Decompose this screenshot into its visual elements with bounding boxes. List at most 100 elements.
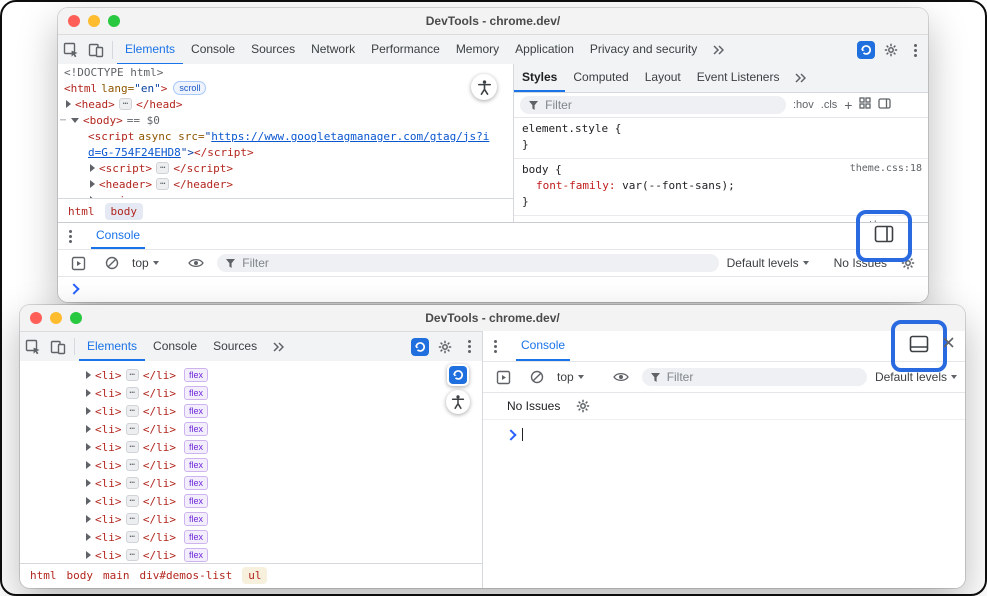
collapse-arrow-icon[interactable]	[71, 118, 79, 123]
tab-styles[interactable]: Styles	[514, 64, 565, 92]
breadcrumb-item-body[interactable]: body	[67, 569, 94, 582]
dom-node-li[interactable]: <li> </li> flex	[20, 528, 482, 546]
context-selector[interactable]: top	[557, 370, 584, 384]
expand-arrow-icon[interactable]	[86, 551, 91, 559]
flex-badge[interactable]: flex	[184, 530, 208, 544]
flex-badge[interactable]: flex	[184, 458, 208, 472]
breadcrumb-item-body-selected[interactable]: body	[105, 203, 144, 220]
kebab-menu-icon[interactable]	[58, 230, 83, 243]
expand-arrow-icon[interactable]	[86, 407, 91, 415]
styles-filter-input[interactable]	[520, 96, 786, 114]
dom-node-li[interactable]: <li> </li> flex	[20, 366, 482, 384]
zoom-window-button[interactable]	[70, 312, 82, 324]
computed-panel-toggle-icon[interactable]	[878, 96, 891, 114]
dom-node-li[interactable]: <li> </li> flex	[20, 456, 482, 474]
dom-node-html[interactable]: <html lang= "en" > scroll	[58, 80, 513, 96]
expand-arrow-icon[interactable]	[86, 389, 91, 397]
ellipsis-badge[interactable]	[126, 549, 139, 561]
console-filter-input[interactable]	[642, 368, 867, 386]
console-sidebar-icon[interactable]	[491, 370, 516, 385]
css-property-name[interactable]: font-family:	[536, 179, 615, 192]
context-selector[interactable]: top	[132, 256, 159, 270]
expand-arrow-icon[interactable]	[90, 180, 95, 188]
ellipsis-badge[interactable]	[126, 405, 139, 417]
dock-to-bottom-icon[interactable]	[909, 335, 929, 358]
console-settings-gear-icon[interactable]	[570, 399, 595, 413]
clear-console-icon[interactable]	[99, 256, 124, 270]
scroll-badge[interactable]: scroll	[173, 81, 206, 95]
replay-overlay-icon[interactable]	[447, 364, 469, 386]
expand-arrow-icon[interactable]	[86, 515, 91, 523]
ellipsis-badge[interactable]	[156, 178, 169, 190]
console-prompt[interactable]	[483, 420, 965, 441]
kebab-menu-icon[interactable]	[903, 35, 928, 65]
console-filter-field[interactable]	[240, 255, 710, 271]
console-prompt[interactable]	[58, 277, 928, 293]
stylesheet-link[interactable]: theme.css:18	[850, 163, 922, 174]
tab-memory[interactable]: Memory	[448, 35, 507, 65]
issues-counter[interactable]: No Issues	[507, 399, 560, 413]
tab-performance[interactable]: Performance	[363, 35, 448, 65]
tab-sources[interactable]: Sources	[243, 35, 303, 65]
tab-application[interactable]: Application	[507, 35, 582, 65]
window-titlebar[interactable]: DevTools - chrome.dev/	[20, 305, 965, 332]
element-classes-button[interactable]: .cls	[821, 99, 838, 111]
dom-node-script[interactable]: <script> </script>	[58, 160, 513, 176]
close-window-button[interactable]	[68, 15, 80, 27]
tab-computed[interactable]: Computed	[565, 64, 636, 92]
breadcrumb-item-ul-selected[interactable]: ul	[242, 567, 267, 584]
flex-badge[interactable]: flex	[184, 404, 208, 418]
console-sidebar-icon[interactable]	[66, 256, 91, 271]
css-rule-element-style[interactable]: element.style { }	[514, 118, 928, 158]
settings-gear-icon[interactable]	[878, 35, 903, 65]
expand-arrow-icon[interactable]	[90, 164, 95, 172]
dom-node-li[interactable]: <li> </li> flex	[20, 420, 482, 438]
expand-arrow-icon[interactable]	[86, 497, 91, 505]
minimize-window-button[interactable]	[50, 312, 62, 324]
expand-arrow-icon[interactable]	[86, 371, 91, 379]
expand-arrow-icon[interactable]	[86, 461, 91, 469]
dom-node-header[interactable]: <header> </header>	[58, 176, 513, 192]
css-property-value[interactable]: var(--font-sans);	[622, 179, 735, 192]
flex-badge[interactable]: flex	[184, 494, 208, 508]
dom-node-li[interactable]: <li> </li> flex	[20, 546, 482, 563]
dom-node-li[interactable]: <li> </li> flex	[20, 438, 482, 456]
dom-node-li[interactable]: <li> </li> flex	[20, 384, 482, 402]
tab-sources[interactable]: Sources	[205, 332, 265, 361]
replay-badge-icon[interactable]	[853, 35, 878, 65]
live-expression-eye-icon[interactable]	[184, 257, 209, 269]
minimize-window-button[interactable]	[88, 15, 100, 27]
dom-node-li[interactable]: <li> </li> flex	[20, 510, 482, 528]
expand-arrow-icon[interactable]	[86, 479, 91, 487]
tab-console[interactable]: Console	[145, 332, 205, 361]
window-titlebar[interactable]: DevTools - chrome.dev/	[58, 8, 928, 35]
settings-gear-icon[interactable]	[432, 332, 457, 361]
tab-network[interactable]: Network	[303, 35, 363, 65]
console-filter-input[interactable]	[217, 254, 719, 272]
ellipsis-badge[interactable]	[156, 162, 169, 174]
flex-badge[interactable]: flex	[184, 368, 208, 382]
clear-console-icon[interactable]	[524, 370, 549, 384]
tab-privacy-security[interactable]: Privacy and security	[582, 35, 705, 65]
breadcrumb-item-html[interactable]: html	[68, 205, 95, 218]
close-window-button[interactable]	[30, 312, 42, 324]
tab-event-listeners[interactable]: Event Listeners	[689, 64, 788, 92]
breadcrumb-item-main[interactable]: main	[103, 569, 130, 582]
drawer-tab-console[interactable]: Console	[91, 223, 145, 249]
panel-tab-console[interactable]: Console	[516, 331, 570, 361]
dock-to-right-icon[interactable]	[874, 225, 894, 248]
device-toolbar-icon[interactable]	[45, 332, 70, 361]
flex-badge[interactable]: flex	[184, 440, 208, 454]
grid-overlays-icon[interactable]	[859, 96, 871, 114]
toggle-element-state-button[interactable]: :hov	[793, 99, 814, 111]
flex-badge[interactable]: flex	[184, 422, 208, 436]
gtag-url-link[interactable]: d=G-754F24EHD8	[88, 146, 181, 159]
accessibility-overlay-icon[interactable]	[471, 74, 497, 100]
ellipsis-badge[interactable]	[126, 531, 139, 543]
dom-node-head[interactable]: <head> </head>	[58, 96, 513, 112]
dom-node-li[interactable]: <li> </li> flex	[20, 492, 482, 510]
dom-node-body[interactable]: <body> == $0	[58, 112, 513, 128]
more-tabs-icon[interactable]	[787, 64, 812, 92]
tab-elements[interactable]: Elements	[117, 35, 183, 65]
more-tabs-icon[interactable]	[705, 35, 730, 65]
